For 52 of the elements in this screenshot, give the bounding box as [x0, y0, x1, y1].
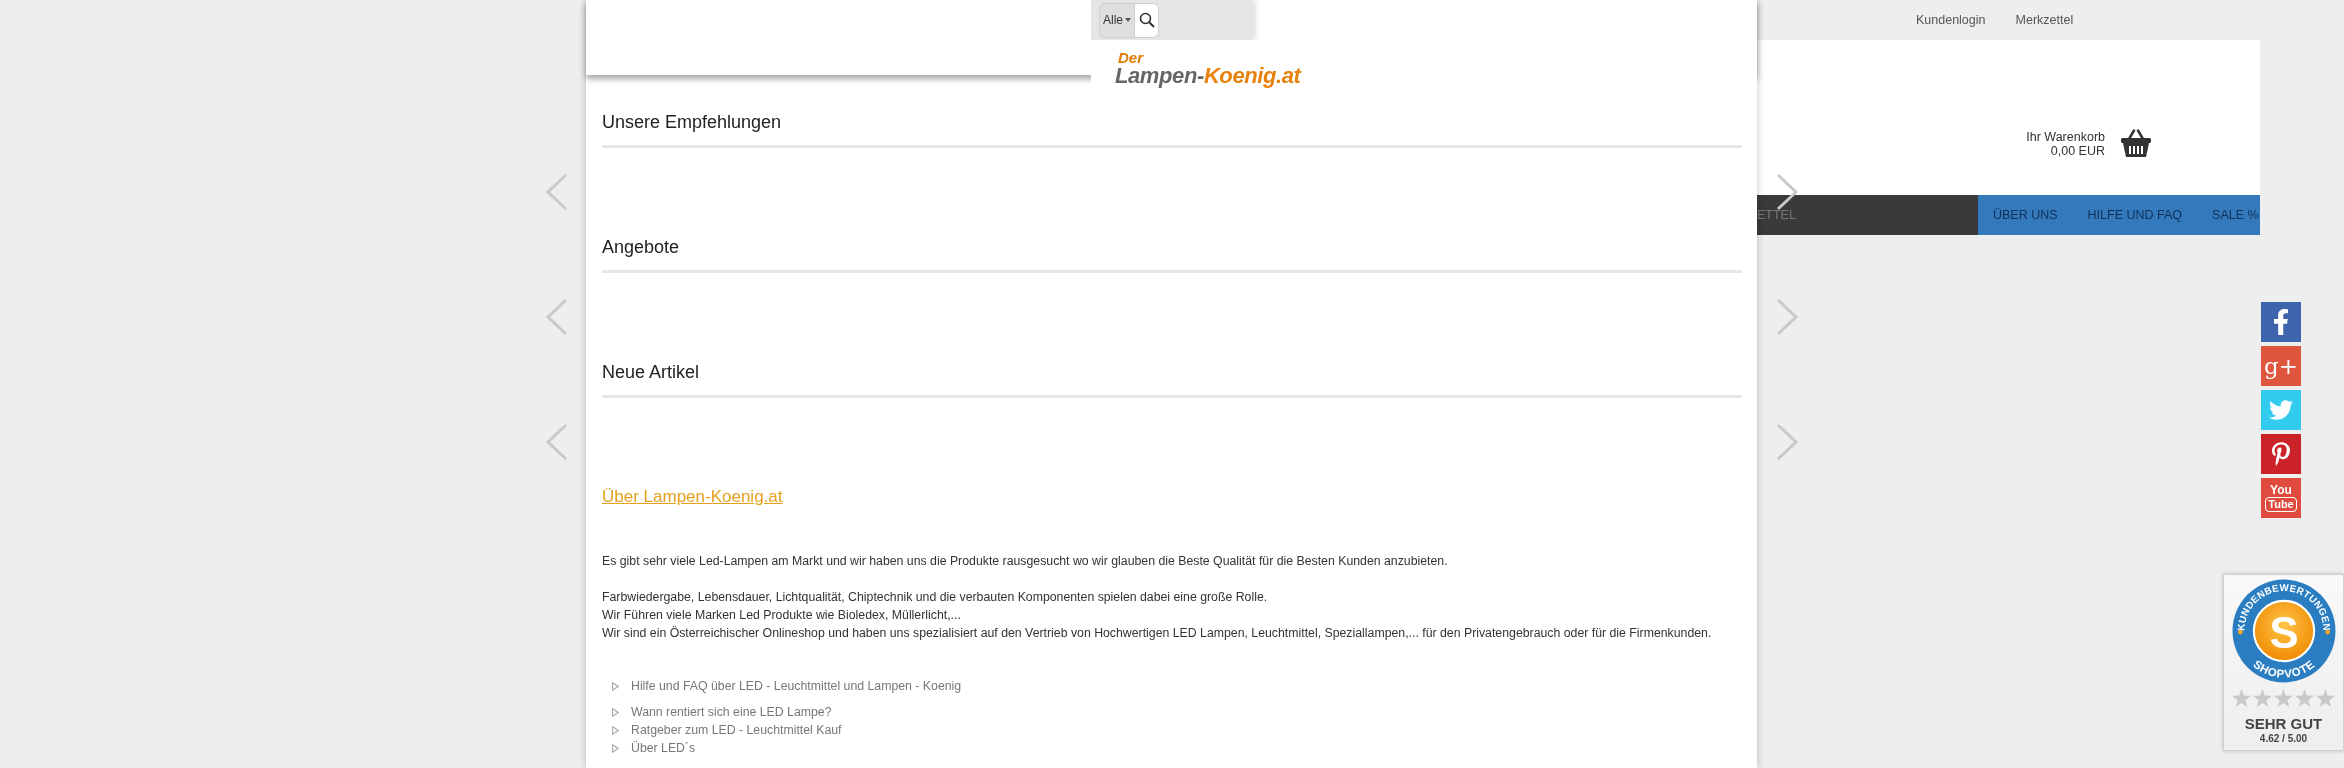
chevron-left-icon	[545, 423, 569, 461]
previous-button[interactable]	[545, 173, 569, 211]
cart-label[interactable]: Ihr Warenkorb	[2026, 130, 2105, 144]
logo-tagline: Der	[1118, 50, 1143, 65]
youtube-link[interactable]: You Tube	[2261, 478, 2301, 518]
logo-wordmark[interactable]: Lampen-Koenig.at	[1115, 65, 1301, 87]
info-link[interactable]: Über LED´s	[631, 739, 696, 757]
star-icon	[2253, 689, 2272, 707]
star-icon	[2316, 689, 2335, 707]
seal-bottom-text: SHOPVOTE	[2250, 657, 2317, 680]
cart-total: 0,00 EUR	[2050, 144, 2105, 158]
section-heading: Angebote	[602, 236, 680, 258]
chevron-right-icon	[1775, 173, 1799, 211]
chevron-right-icon	[1775, 298, 1799, 336]
bird-icon	[2269, 398, 2293, 422]
info-link[interactable]: Ratgeber zum LED - Leuchtmittel Kauf	[631, 721, 842, 739]
previous-button[interactable]	[545, 298, 569, 336]
pinterest-icon	[2269, 442, 2293, 466]
star-icon	[2232, 689, 2251, 707]
nav-link[interactable]: ETTEL	[1757, 208, 1796, 222]
previous-button[interactable]	[545, 423, 569, 461]
basket-icon[interactable]	[2120, 128, 2152, 158]
nav-link[interactable]: ÜBER UNS	[1993, 208, 2058, 222]
caret-icon	[1125, 18, 1131, 22]
info-link[interactable]: Hilfe und FAQ über LED - Leuchtmittel und Lampen - Koenig	[631, 677, 962, 695]
chevron-right-icon	[1775, 423, 1799, 461]
about-paragraph: Farbwiedergabe, Lebensdauer, Lichtqualität, Chiptechnik und die verbauten Komponenten spielen dabei eine große Rolle. Wir Führen viele Marken Led Produkte wie Bioledex, Müllerlicht,... Wir sind ein Österreichischer Onlineshop und haben uns spezialisiert auf den Vertrieb von Hochwertigen LED Lampen, Leuchtmittel, Speziallampen,... für den Privatengebrauch oder für die Firmenkunden.	[602, 589, 1712, 642]
star-icon	[2274, 689, 2293, 707]
pinterest-link[interactable]	[2261, 434, 2301, 474]
category-select[interactable]: Alle	[1099, 2, 1135, 38]
star-icon	[2295, 689, 2314, 707]
search-icon	[1138, 12, 1155, 28]
rating-score: 4.62 / 5.00	[2259, 733, 2308, 745]
triangle-bullet-icon	[612, 681, 619, 691]
about-paragraph: Es gibt sehr viele Led-Lampen am Markt und wir haben uns die Produkte rausgesucht wo wir glauben die Beste Qualität für die Besten Kunden anzubieten.	[602, 553, 1448, 570]
top-link[interactable]: Kundenlogin	[1916, 13, 1986, 27]
triangle-bullet-icon	[612, 707, 619, 717]
section-heading: Neue Artikel	[602, 361, 700, 383]
rating-verdict: SEHR GUT	[2244, 716, 2323, 732]
chevron-left-icon	[545, 173, 569, 211]
info-link[interactable]: Wann rentiert sich eine LED Lampe?	[631, 703, 832, 721]
nav-link[interactable]: HILFE UND FAQ	[2087, 208, 2183, 222]
search-button[interactable]	[1135, 2, 1159, 38]
triangle-bullet-icon	[612, 743, 619, 753]
facebook-link[interactable]	[2261, 302, 2301, 342]
chevron-left-icon	[545, 298, 569, 336]
triangle-bullet-icon	[612, 725, 619, 735]
top-link[interactable]: Merkzettel	[2015, 13, 2074, 27]
nav-link[interactable]: SALE %	[2212, 208, 2259, 222]
google-plus-link[interactable]: g+	[2261, 346, 2301, 386]
next-button[interactable]	[1775, 173, 1799, 211]
section-heading: Unsere Empfehlungen	[602, 111, 782, 133]
